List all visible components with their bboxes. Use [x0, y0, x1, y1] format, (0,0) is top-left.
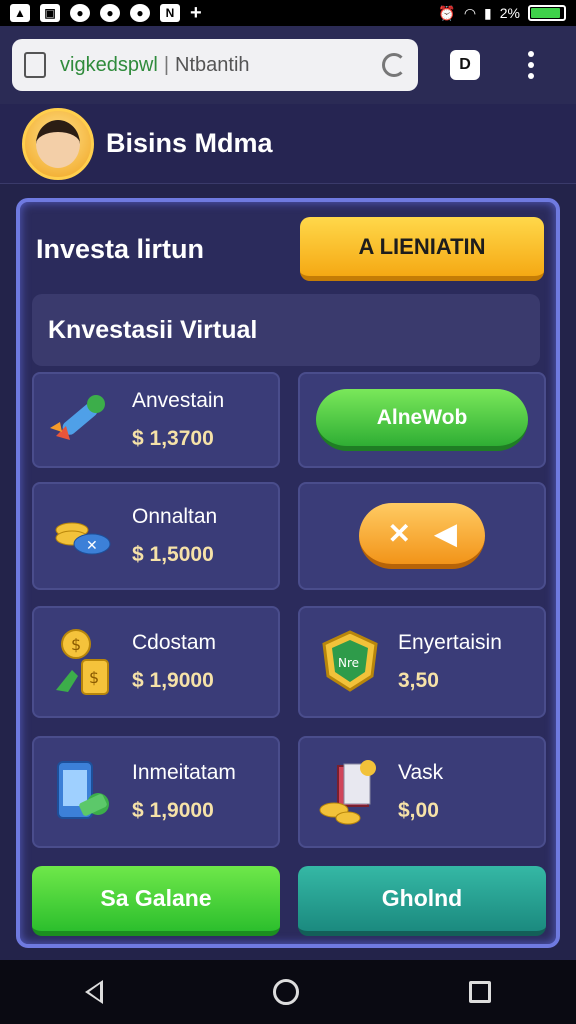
status-bar: ▲ ▣ ● ● ● N + ⏰ ◠ ▮ 2% — [0, 0, 576, 26]
orange-action-button[interactable]: ✕ ◀ — [359, 503, 485, 569]
svg-text:✕: ✕ — [86, 538, 98, 554]
url-extra-text[interactable]: Ntbantih — [175, 54, 250, 77]
wifi-icon: ◠ — [463, 4, 477, 21]
app-icon: N — [160, 4, 180, 22]
recent-apps-icon[interactable] — [469, 981, 491, 1003]
coins-icon: ✕ — [46, 498, 122, 574]
businessman-avatar-icon — [36, 119, 80, 168]
url-text[interactable]: vigkedspwl — [60, 54, 158, 77]
shield-badge-icon: Nre — [312, 624, 388, 700]
status-system-icons: ⏰ ◠ ▮ 2% — [438, 5, 566, 22]
bottom-left-button[interactable]: Sa Galane — [32, 866, 280, 936]
reload-icon[interactable] — [382, 53, 406, 77]
green-action-button[interactable]: AlneWob — [316, 389, 528, 451]
url-bar[interactable]: vigkedspwl | Ntbantih — [12, 39, 418, 91]
section-subtitle: Knvestasii Virtual — [32, 294, 540, 366]
battery-icon — [528, 5, 566, 21]
card-price: $ 1,9000 — [132, 669, 214, 692]
plus-icon: + — [190, 2, 202, 24]
investment-card[interactable]: ✕ Onnaltan $ 1,5000 — [32, 482, 280, 590]
bottom-right-button[interactable]: Gholnd — [298, 866, 546, 936]
app-icon: ● — [70, 4, 90, 22]
page-icon — [24, 52, 46, 78]
system-navigation-bar — [0, 960, 576, 1024]
app-header: Bisins Mdma — [0, 104, 576, 184]
card-name: Enyertaisin — [398, 631, 502, 654]
badge-text: Nre — [338, 656, 359, 670]
card-name: Onnaltan — [132, 505, 218, 528]
battery-percent: 2% — [499, 5, 520, 21]
phone-cash-icon — [46, 754, 122, 830]
svg-text:$: $ — [89, 668, 99, 687]
alarm-icon: ⏰ — [438, 4, 456, 21]
investment-card[interactable]: $ $ Cdostam $ 1,9000 — [32, 606, 280, 718]
avatar[interactable] — [22, 107, 94, 180]
home-icon[interactable] — [273, 979, 299, 1005]
investment-card[interactable]: Vask $,00 — [298, 736, 546, 848]
svg-text:$: $ — [71, 635, 81, 654]
app-title: Bisins Mdma — [106, 128, 273, 158]
card-name: Inmeitatam — [132, 761, 236, 784]
card-name: Cdostam — [132, 631, 217, 654]
side-card: AlneWob — [298, 372, 546, 468]
books-coins-icon — [312, 754, 388, 830]
close-icon[interactable]: ✕ — [387, 517, 410, 550]
card-price: $ 1,5000 — [132, 543, 214, 566]
investment-card[interactable]: Inmeitatam $ 1,9000 — [32, 736, 280, 848]
side-card: ✕ ◀ — [298, 482, 546, 590]
app-icon: ● — [130, 4, 150, 22]
card-price: $,00 — [398, 799, 439, 822]
card-price: 3,50 — [398, 669, 439, 692]
app-icon: ● — [100, 4, 120, 22]
message-icon: ▣ — [40, 4, 60, 22]
money-growth-icon: $ $ — [46, 624, 122, 700]
status-notification-icons: ▲ ▣ ● ● ● N + — [10, 2, 202, 24]
investment-card[interactable]: Nre Enyertaisin 3,50 — [298, 606, 546, 718]
play-left-icon[interactable]: ◀ — [435, 517, 457, 550]
panel-heading: Investa lirtun — [36, 233, 205, 264]
rocket-icon — [46, 382, 122, 458]
card-price: $ 1,3700 — [132, 427, 214, 450]
investment-panel: Investa lirtun A LIENIATIN Knvestasii Vi… — [16, 198, 560, 948]
back-icon[interactable] — [85, 980, 103, 1004]
tab-switcher-button[interactable]: D — [450, 50, 480, 80]
top-action-button[interactable]: A LIENIATIN — [300, 217, 544, 281]
url-separator: | — [163, 53, 170, 76]
signal-icon: ▮ — [484, 4, 492, 21]
browser-toolbar: vigkedspwl | Ntbantih D — [0, 26, 576, 104]
panel-header: Investa lirtun A LIENIATIN — [36, 216, 544, 282]
overflow-menu-icon[interactable] — [528, 51, 534, 79]
photo-icon: ▲ — [10, 4, 30, 22]
card-price: $ 1,9000 — [132, 799, 214, 822]
investment-card[interactable]: Anvestain $ 1,3700 — [32, 372, 280, 468]
card-name: Vask — [398, 761, 444, 784]
card-name: Anvestain — [132, 389, 225, 412]
